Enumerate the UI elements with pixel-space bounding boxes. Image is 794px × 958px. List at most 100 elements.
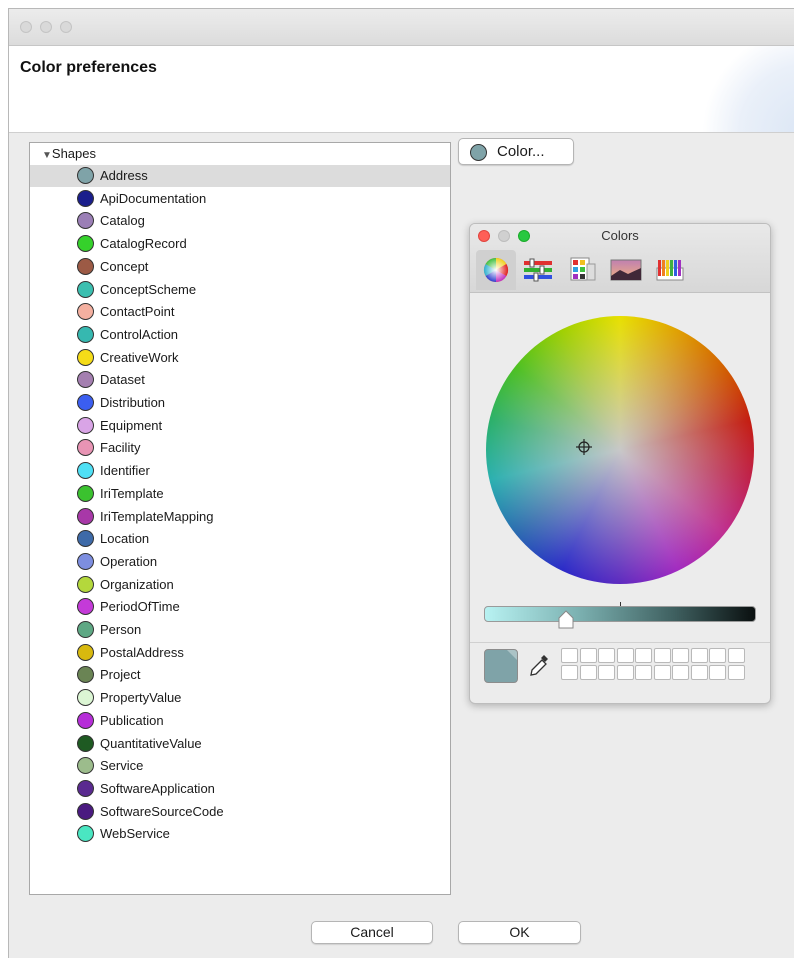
tree-item[interactable]: PropertyValue [30, 687, 450, 709]
color-swatch [77, 462, 94, 480]
color-swatch [77, 325, 94, 343]
tree-item-label: Equipment [100, 417, 163, 433]
custom-color-cell[interactable] [579, 665, 597, 680]
custom-color-cell[interactable] [635, 648, 652, 663]
tree-item[interactable]: Facility [30, 437, 450, 459]
color-swatch [77, 666, 94, 684]
image-palettes-icon [610, 259, 642, 281]
tree-item[interactable]: Concept [30, 256, 450, 278]
tree-item[interactable]: IriTemplateMapping [30, 506, 450, 528]
tree-item-label: QuantitativeValue [100, 735, 202, 751]
color-swatch [77, 416, 94, 434]
color-swatch [77, 348, 94, 366]
tree-item[interactable]: WebService [30, 823, 450, 845]
slider-thumb[interactable] [558, 610, 574, 630]
tree-item[interactable]: SoftwareSourceCode [30, 801, 450, 823]
tree-item-label: SoftwareSourceCode [100, 803, 224, 819]
color-wheel-mode-tab[interactable] [476, 250, 516, 290]
tree-item[interactable]: CreativeWork [30, 347, 450, 369]
tree-item[interactable]: ControlAction [30, 324, 450, 346]
tree-item[interactable]: SoftwareApplication [30, 778, 450, 800]
tree-item[interactable]: PostalAddress [30, 642, 450, 664]
custom-color-cell[interactable] [579, 648, 597, 663]
custom-color-cell[interactable] [561, 648, 578, 663]
tree-item[interactable]: ContactPoint [30, 301, 450, 323]
cancel-button[interactable]: Cancel [311, 921, 433, 944]
color-swatch [77, 530, 94, 548]
tree-item[interactable]: IriTemplate [30, 483, 450, 505]
tree-item[interactable]: Operation [30, 551, 450, 573]
tree-item-label: Operation [100, 553, 158, 569]
tree-item[interactable]: Publication [30, 710, 450, 732]
tree-item[interactable]: Identifier [30, 460, 450, 482]
custom-color-cell[interactable] [727, 665, 745, 680]
tree-item[interactable]: Location [30, 528, 450, 550]
custom-color-cell[interactable] [561, 665, 578, 680]
pencils-mode-tab[interactable] [650, 250, 690, 290]
ok-button[interactable]: OK [458, 921, 581, 944]
colors-panel-title: Colors [601, 228, 639, 243]
tree-item[interactable]: Organization [30, 574, 450, 596]
tree-item-label: CreativeWork [100, 349, 179, 365]
color-wheel[interactable] [486, 316, 754, 584]
tree-item[interactable]: Person [30, 619, 450, 641]
tree-item[interactable]: ApiDocumentation [30, 188, 450, 210]
color-palettes-mode-tab[interactable] [562, 250, 602, 290]
custom-color-cell[interactable] [635, 665, 652, 680]
custom-color-cell[interactable] [690, 648, 708, 663]
tree-item[interactable]: Equipment [30, 415, 450, 437]
title-bar[interactable] [9, 9, 794, 46]
custom-color-cell[interactable] [690, 665, 708, 680]
color-palettes-icon [570, 257, 596, 281]
color-swatch [77, 621, 94, 638]
color-swatch [77, 643, 94, 661]
custom-color-cell[interactable] [616, 665, 634, 680]
eyedropper-icon[interactable] [528, 653, 550, 679]
tree-item[interactable]: Project [30, 664, 450, 686]
tree-item[interactable]: Service [30, 755, 450, 777]
color-swatch [77, 371, 94, 389]
custom-color-cell[interactable] [709, 665, 726, 680]
tree-item[interactable]: QuantitativeValue [30, 733, 450, 755]
brightness-slider[interactable] [484, 606, 756, 622]
tree-item[interactable]: Catalog [30, 210, 450, 232]
color-sliders-mode-tab[interactable] [518, 250, 558, 290]
expand-triangle-icon[interactable]: ▼ [42, 150, 52, 161]
minimize-window-button[interactable] [40, 21, 52, 33]
custom-color-cell[interactable] [653, 665, 671, 680]
tree-item-label: Catalog [100, 213, 145, 229]
custom-color-cell[interactable] [709, 648, 726, 663]
zoom-window-button[interactable] [60, 21, 72, 33]
custom-color-cell[interactable] [598, 648, 615, 663]
tree-item[interactable]: CatalogRecord [30, 233, 450, 255]
tree-item-label: Dataset [100, 372, 145, 388]
close-window-button[interactable] [20, 21, 32, 33]
image-palettes-mode-tab[interactable] [606, 250, 646, 290]
custom-color-cell[interactable] [672, 665, 689, 680]
color-sliders-icon [524, 258, 552, 282]
tree-item-label: Project [100, 667, 141, 683]
custom-color-cell[interactable] [598, 665, 615, 680]
tree-item-label: WebService [100, 826, 170, 842]
crosshair-icon[interactable] [576, 439, 592, 455]
tree-item[interactable]: Distribution [30, 392, 450, 414]
tree-item-label: SoftwareApplication [100, 780, 215, 796]
color-swatch [77, 757, 94, 775]
tree-item[interactable]: Dataset [30, 369, 450, 391]
color-swatch [77, 303, 94, 321]
color-picker-button[interactable]: Color... [458, 138, 574, 165]
custom-color-cell[interactable] [727, 648, 745, 663]
tree-item[interactable]: ConceptScheme [30, 279, 450, 301]
tree-root-shapes[interactable]: ▼Shapes [42, 146, 96, 161]
shapes-tree[interactable]: ▼Shapes Address ApiDocumentation Catalog Ca… [29, 142, 451, 895]
color-swatch [77, 235, 94, 253]
color-swatch [77, 189, 94, 207]
color-swatch [77, 257, 94, 275]
current-color-well[interactable] [484, 649, 518, 683]
tree-item[interactable]: Address [30, 165, 450, 187]
tree-item-label: Publication [100, 712, 164, 728]
custom-color-cell[interactable] [672, 648, 689, 663]
tree-item[interactable]: PeriodOfTime [30, 596, 450, 618]
custom-color-cell[interactable] [653, 648, 671, 663]
custom-color-cell[interactable] [616, 648, 634, 663]
